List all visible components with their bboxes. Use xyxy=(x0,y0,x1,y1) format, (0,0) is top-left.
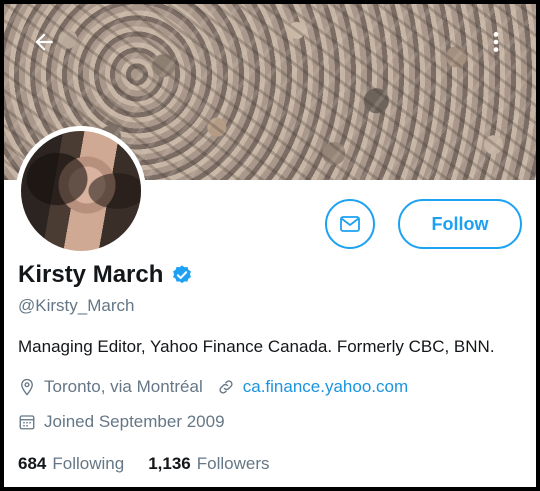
following-label: Following xyxy=(52,454,125,473)
follow-button[interactable]: Follow xyxy=(398,199,522,249)
following-count: 684 xyxy=(18,454,47,473)
more-vertical-icon xyxy=(493,32,499,52)
followers-count: 1,136 xyxy=(148,454,191,473)
followers-stat[interactable]: 1,136 Followers xyxy=(148,454,269,474)
more-options-button[interactable] xyxy=(476,22,516,62)
profile-name-row: Kirsty March xyxy=(18,261,193,289)
avatar[interactable] xyxy=(16,126,146,256)
location-pin-icon xyxy=(18,378,36,396)
profile-website-link[interactable]: ca.finance.yahoo.com xyxy=(243,377,408,397)
profile-name: Kirsty March xyxy=(18,261,164,288)
followers-label: Followers xyxy=(196,454,270,473)
profile-stats: 684 Following 1,136 Followers xyxy=(18,454,269,474)
profile-meta-location-row: Toronto, via Montréal ca.finance.yahoo.c… xyxy=(18,377,408,397)
following-stat[interactable]: 684 Following xyxy=(18,454,124,474)
verified-badge-icon xyxy=(173,265,192,284)
profile-joined-date: Joined September 2009 xyxy=(44,412,225,431)
envelope-icon xyxy=(340,216,360,232)
profile-bio: Managing Editor, Yahoo Finance Canada. F… xyxy=(18,337,495,356)
back-button[interactable] xyxy=(24,22,64,62)
profile-meta-joined-row: Joined September 2009 xyxy=(18,412,225,432)
back-arrow-icon xyxy=(35,33,53,51)
profile-handle: @Kirsty_March xyxy=(18,296,135,315)
profile-location: Toronto, via Montréal xyxy=(44,377,203,396)
calendar-icon xyxy=(18,413,36,431)
link-icon xyxy=(217,378,235,396)
profile-screen: Follow Kirsty March @Kirsty_March Managi… xyxy=(4,4,536,487)
message-button[interactable] xyxy=(325,199,375,249)
